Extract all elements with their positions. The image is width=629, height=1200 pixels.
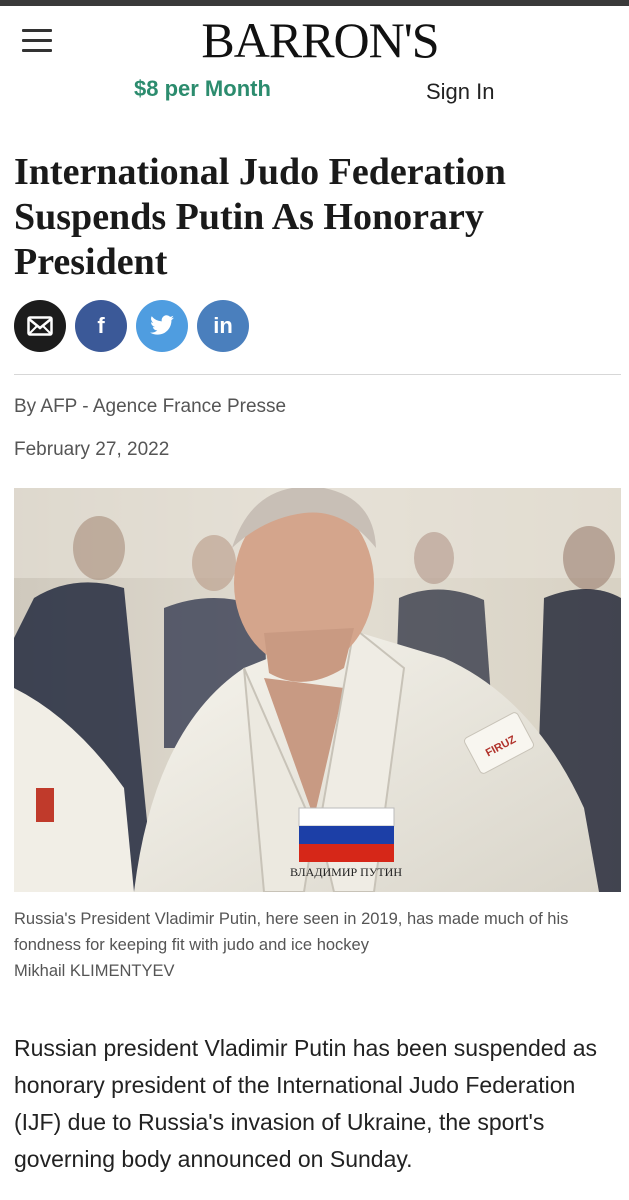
barrons-logo[interactable]: BARRON'S xyxy=(150,12,490,68)
article-photo[interactable]: ВЛАДИМИР ПУТИН FIRUZ xyxy=(14,488,621,892)
article-byline: By AFP - Agence France Presse xyxy=(14,396,287,417)
subscribe-link[interactable]: $8 per Month xyxy=(134,76,271,102)
facebook-share-button[interactable]: f xyxy=(75,300,127,352)
envelope-icon xyxy=(27,316,53,336)
status-bar-edge xyxy=(0,0,629,6)
sign-in-link[interactable]: Sign In xyxy=(426,79,495,105)
article-headline: International Judo Federation Suspends P… xyxy=(14,151,506,283)
twitter-share-button[interactable] xyxy=(136,300,188,352)
caption-text: Russia's President Vladimir Putin, here … xyxy=(14,910,569,954)
email-share-button[interactable] xyxy=(14,300,66,352)
article-body-paragraph: Russian president Vladimir Putin has bee… xyxy=(14,1035,598,1172)
twitter-bird-icon xyxy=(150,315,174,335)
facebook-icon: f xyxy=(97,313,105,338)
linkedin-icon: in xyxy=(213,313,233,338)
photo-credit: Mikhail KLIMENTYEV xyxy=(14,962,175,980)
divider xyxy=(14,374,621,375)
article-date: February 27, 2022 xyxy=(14,439,170,460)
linkedin-share-button[interactable]: in xyxy=(197,300,249,352)
hamburger-menu-icon[interactable] xyxy=(22,26,54,56)
photo-caption: Russia's President Vladimir Putin, here … xyxy=(14,906,619,984)
gi-name-patch: ВЛАДИМИР ПУТИН xyxy=(290,865,402,879)
